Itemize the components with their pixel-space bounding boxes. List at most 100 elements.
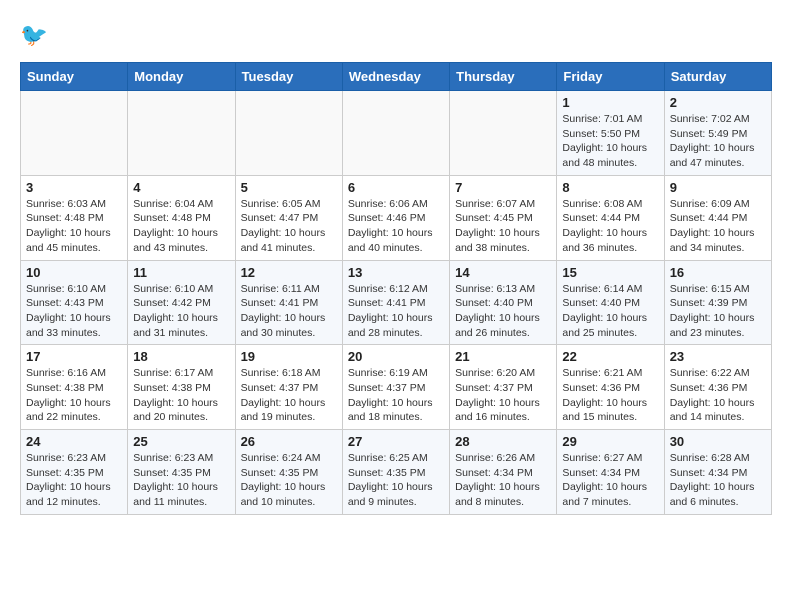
calendar-cell: 24 Sunrise: 6:23 AM Sunset: 4:35 PM Dayli… xyxy=(21,430,128,515)
day-number: 9 xyxy=(670,180,766,195)
logo-icon: 🐦 xyxy=(20,20,52,52)
day-info: Sunrise: 6:28 AM Sunset: 4:34 PM Dayligh… xyxy=(670,451,766,510)
day-info: Sunrise: 6:05 AM Sunset: 4:47 PM Dayligh… xyxy=(241,197,337,256)
day-info: Sunrise: 6:08 AM Sunset: 4:44 PM Dayligh… xyxy=(562,197,658,256)
svg-text:🐦: 🐦 xyxy=(20,22,48,47)
day-number: 29 xyxy=(562,434,658,449)
calendar-cell xyxy=(128,91,235,176)
calendar-cell: 19 Sunrise: 6:18 AM Sunset: 4:37 PM Dayli… xyxy=(235,345,342,430)
day-info: Sunrise: 6:15 AM Sunset: 4:39 PM Dayligh… xyxy=(670,282,766,341)
day-number: 8 xyxy=(562,180,658,195)
day-number: 11 xyxy=(133,265,229,280)
calendar-cell: 3 Sunrise: 6:03 AM Sunset: 4:48 PM Daylig… xyxy=(21,175,128,260)
calendar-cell: 8 Sunrise: 6:08 AM Sunset: 4:44 PM Daylig… xyxy=(557,175,664,260)
calendar-cell: 23 Sunrise: 6:22 AM Sunset: 4:36 PM Dayli… xyxy=(664,345,771,430)
day-number: 26 xyxy=(241,434,337,449)
day-info: Sunrise: 6:12 AM Sunset: 4:41 PM Dayligh… xyxy=(348,282,444,341)
day-info: Sunrise: 6:23 AM Sunset: 4:35 PM Dayligh… xyxy=(133,451,229,510)
calendar-header-row: SundayMondayTuesdayWednesdayThursdayFrid… xyxy=(21,63,772,91)
day-info: Sunrise: 6:10 AM Sunset: 4:43 PM Dayligh… xyxy=(26,282,122,341)
column-header-friday: Friday xyxy=(557,63,664,91)
calendar-cell: 2 Sunrise: 7:02 AM Sunset: 5:49 PM Daylig… xyxy=(664,91,771,176)
day-number: 24 xyxy=(26,434,122,449)
day-number: 2 xyxy=(670,95,766,110)
day-number: 4 xyxy=(133,180,229,195)
calendar-cell xyxy=(342,91,449,176)
calendar-cell: 9 Sunrise: 6:09 AM Sunset: 4:44 PM Daylig… xyxy=(664,175,771,260)
calendar-cell: 6 Sunrise: 6:06 AM Sunset: 4:46 PM Daylig… xyxy=(342,175,449,260)
day-number: 6 xyxy=(348,180,444,195)
day-info: Sunrise: 6:06 AM Sunset: 4:46 PM Dayligh… xyxy=(348,197,444,256)
day-info: Sunrise: 6:04 AM Sunset: 4:48 PM Dayligh… xyxy=(133,197,229,256)
column-header-saturday: Saturday xyxy=(664,63,771,91)
day-info: Sunrise: 6:23 AM Sunset: 4:35 PM Dayligh… xyxy=(26,451,122,510)
calendar-cell: 25 Sunrise: 6:23 AM Sunset: 4:35 PM Dayli… xyxy=(128,430,235,515)
day-info: Sunrise: 6:09 AM Sunset: 4:44 PM Dayligh… xyxy=(670,197,766,256)
day-number: 23 xyxy=(670,349,766,364)
day-number: 5 xyxy=(241,180,337,195)
day-info: Sunrise: 7:01 AM Sunset: 5:50 PM Dayligh… xyxy=(562,112,658,171)
column-header-wednesday: Wednesday xyxy=(342,63,449,91)
day-info: Sunrise: 6:22 AM Sunset: 4:36 PM Dayligh… xyxy=(670,366,766,425)
day-number: 13 xyxy=(348,265,444,280)
calendar-week-3: 10 Sunrise: 6:10 AM Sunset: 4:43 PM Dayli… xyxy=(21,260,772,345)
day-info: Sunrise: 6:20 AM Sunset: 4:37 PM Dayligh… xyxy=(455,366,551,425)
calendar-cell: 30 Sunrise: 6:28 AM Sunset: 4:34 PM Dayli… xyxy=(664,430,771,515)
day-info: Sunrise: 6:25 AM Sunset: 4:35 PM Dayligh… xyxy=(348,451,444,510)
calendar-cell: 16 Sunrise: 6:15 AM Sunset: 4:39 PM Dayli… xyxy=(664,260,771,345)
calendar-cell: 27Sunrise: 6:25 AM Sunset: 4:35 PM Dayli… xyxy=(342,430,449,515)
calendar-cell: 22 Sunrise: 6:21 AM Sunset: 4:36 PM Dayli… xyxy=(557,345,664,430)
calendar-cell: 13 Sunrise: 6:12 AM Sunset: 4:41 PM Dayli… xyxy=(342,260,449,345)
calendar-week-5: 24 Sunrise: 6:23 AM Sunset: 4:35 PM Dayli… xyxy=(21,430,772,515)
calendar-cell: 5 Sunrise: 6:05 AM Sunset: 4:47 PM Daylig… xyxy=(235,175,342,260)
day-number: 1 xyxy=(562,95,658,110)
calendar-table: SundayMondayTuesdayWednesdayThursdayFrid… xyxy=(20,62,772,515)
calendar-cell: 26 Sunrise: 6:24 AM Sunset: 4:35 PM Dayli… xyxy=(235,430,342,515)
day-number: 15 xyxy=(562,265,658,280)
day-number: 25 xyxy=(133,434,229,449)
logo: 🐦 xyxy=(20,20,56,52)
page-header: 🐦 xyxy=(20,20,772,52)
day-info: Sunrise: 6:11 AM Sunset: 4:41 PM Dayligh… xyxy=(241,282,337,341)
day-info: Sunrise: 6:19 AM Sunset: 4:37 PM Dayligh… xyxy=(348,366,444,425)
calendar-cell xyxy=(21,91,128,176)
day-info: Sunrise: 6:26 AM Sunset: 4:34 PM Dayligh… xyxy=(455,451,551,510)
calendar-week-4: 17Sunrise: 6:16 AM Sunset: 4:38 PM Dayli… xyxy=(21,345,772,430)
column-header-tuesday: Tuesday xyxy=(235,63,342,91)
calendar-cell: 1 Sunrise: 7:01 AM Sunset: 5:50 PM Daylig… xyxy=(557,91,664,176)
day-info: Sunrise: 6:17 AM Sunset: 4:38 PM Dayligh… xyxy=(133,366,229,425)
calendar-cell: 12 Sunrise: 6:11 AM Sunset: 4:41 PM Dayli… xyxy=(235,260,342,345)
day-number: 19 xyxy=(241,349,337,364)
day-number: 22 xyxy=(562,349,658,364)
calendar-cell: 20 Sunrise: 6:19 AM Sunset: 4:37 PM Dayli… xyxy=(342,345,449,430)
day-number: 3 xyxy=(26,180,122,195)
day-number: 30 xyxy=(670,434,766,449)
day-number: 10 xyxy=(26,265,122,280)
calendar-cell: 11Sunrise: 6:10 AM Sunset: 4:42 PM Dayli… xyxy=(128,260,235,345)
day-number: 16 xyxy=(670,265,766,280)
calendar-cell: 17Sunrise: 6:16 AM Sunset: 4:38 PM Dayli… xyxy=(21,345,128,430)
calendar-cell: 10 Sunrise: 6:10 AM Sunset: 4:43 PM Dayli… xyxy=(21,260,128,345)
calendar-cell xyxy=(450,91,557,176)
day-number: 21 xyxy=(455,349,551,364)
calendar-cell: 14Sunrise: 6:13 AM Sunset: 4:40 PM Dayli… xyxy=(450,260,557,345)
column-header-sunday: Sunday xyxy=(21,63,128,91)
calendar-cell: 7Sunrise: 6:07 AM Sunset: 4:45 PM Daylig… xyxy=(450,175,557,260)
day-info: Sunrise: 6:24 AM Sunset: 4:35 PM Dayligh… xyxy=(241,451,337,510)
day-info: Sunrise: 6:13 AM Sunset: 4:40 PM Dayligh… xyxy=(455,282,551,341)
day-info: Sunrise: 6:27 AM Sunset: 4:34 PM Dayligh… xyxy=(562,451,658,510)
calendar-cell: 29 Sunrise: 6:27 AM Sunset: 4:34 PM Dayli… xyxy=(557,430,664,515)
day-number: 28 xyxy=(455,434,551,449)
column-header-thursday: Thursday xyxy=(450,63,557,91)
calendar-cell: 15Sunrise: 6:14 AM Sunset: 4:40 PM Dayli… xyxy=(557,260,664,345)
calendar-week-1: 1 Sunrise: 7:01 AM Sunset: 5:50 PM Daylig… xyxy=(21,91,772,176)
day-info: Sunrise: 6:03 AM Sunset: 4:48 PM Dayligh… xyxy=(26,197,122,256)
calendar-cell xyxy=(235,91,342,176)
day-info: Sunrise: 6:21 AM Sunset: 4:36 PM Dayligh… xyxy=(562,366,658,425)
day-number: 20 xyxy=(348,349,444,364)
day-info: Sunrise: 6:18 AM Sunset: 4:37 PM Dayligh… xyxy=(241,366,337,425)
day-info: Sunrise: 7:02 AM Sunset: 5:49 PM Dayligh… xyxy=(670,112,766,171)
day-info: Sunrise: 6:07 AM Sunset: 4:45 PM Dayligh… xyxy=(455,197,551,256)
day-number: 17 xyxy=(26,349,122,364)
day-number: 12 xyxy=(241,265,337,280)
